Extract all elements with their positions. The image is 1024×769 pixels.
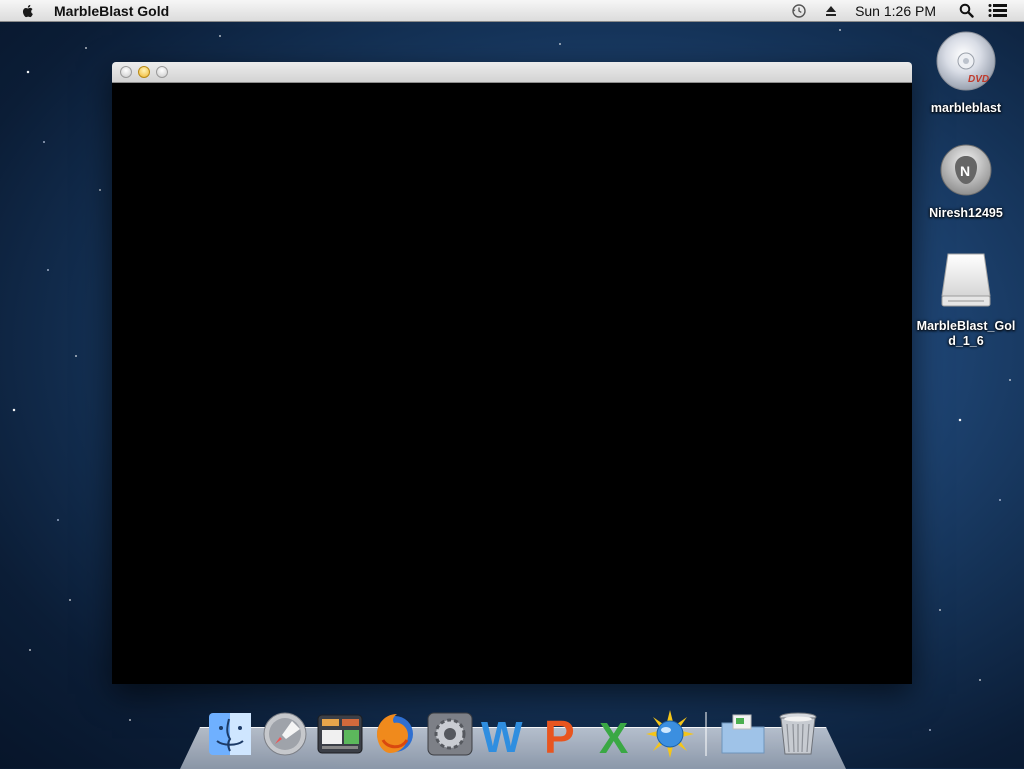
svg-text:X: X [599, 714, 628, 758]
window-titlebar[interactable] [112, 62, 912, 83]
dock-finder[interactable] [204, 708, 256, 760]
boot-disk-icon: N [940, 144, 992, 196]
powerpoint-icon: P [544, 711, 575, 758]
svg-text:P: P [544, 711, 575, 758]
desktop-icon-niresh[interactable]: N Niresh12495 [916, 143, 1016, 221]
external-drive-icon [941, 253, 991, 307]
launchpad-icon [263, 712, 307, 756]
active-app-name[interactable]: MarbleBlast Gold [54, 3, 169, 19]
apple-icon[interactable] [20, 3, 36, 19]
desktop-icon-label: marbleblast [930, 101, 1002, 115]
dock-powerpoint[interactable]: P [534, 708, 586, 760]
desktop-icon-marbleblast-gold[interactable]: MarbleBlast_Gold_1_6 [916, 250, 1016, 349]
dock-word[interactable]: W [479, 708, 531, 760]
word-icon: W [481, 713, 523, 758]
desktop-icon-label: MarbleBlast_Gold_1_6 [916, 319, 1016, 348]
system-preferences-icon [427, 712, 473, 756]
time-machine-icon[interactable] [789, 3, 809, 19]
menu-bar: MarbleBlast Gold Sun 1:26 PM [0, 0, 1024, 22]
excel-icon: X [599, 714, 628, 758]
dock: W P X [204, 700, 827, 760]
eject-icon[interactable] [821, 3, 841, 19]
dock-separator [705, 712, 707, 756]
dock-trash[interactable] [772, 708, 824, 760]
svg-text:W: W [481, 713, 523, 758]
spotlight-icon[interactable] [956, 3, 976, 19]
menu-clock[interactable]: Sun 1:26 PM [855, 3, 936, 19]
dock-network-utility[interactable] [644, 708, 696, 760]
dock-firefox[interactable] [369, 708, 421, 760]
marbleblast-window [112, 62, 912, 684]
game-canvas[interactable] [112, 83, 912, 684]
mission-control-icon [317, 714, 363, 754]
menu-extras: Sun 1:26 PM [783, 0, 1024, 22]
zoom-button[interactable] [156, 66, 168, 78]
dock-downloads-folder[interactable] [717, 708, 769, 760]
notification-center-icon[interactable] [988, 3, 1008, 19]
finder-icon [209, 713, 251, 755]
dock-mission-control[interactable] [314, 708, 366, 760]
minimize-button[interactable] [138, 66, 150, 78]
downloads-folder-icon [721, 714, 765, 754]
dvd-icon: DVD [936, 31, 996, 91]
dock-system-preferences[interactable] [424, 708, 476, 760]
desktop-icon-marbleblast[interactable]: DVD marbleblast [916, 30, 1016, 116]
dock-excel[interactable]: X [589, 708, 641, 760]
trash-icon [779, 712, 817, 755]
desktop-icon-label: Niresh12495 [929, 206, 1003, 220]
dock-launchpad[interactable] [259, 708, 311, 760]
close-button[interactable] [120, 66, 132, 78]
network-globe-icon [646, 710, 694, 758]
firefox-icon [377, 714, 413, 753]
svg-text:N: N [960, 163, 970, 179]
svg-text:DVD: DVD [968, 74, 989, 85]
